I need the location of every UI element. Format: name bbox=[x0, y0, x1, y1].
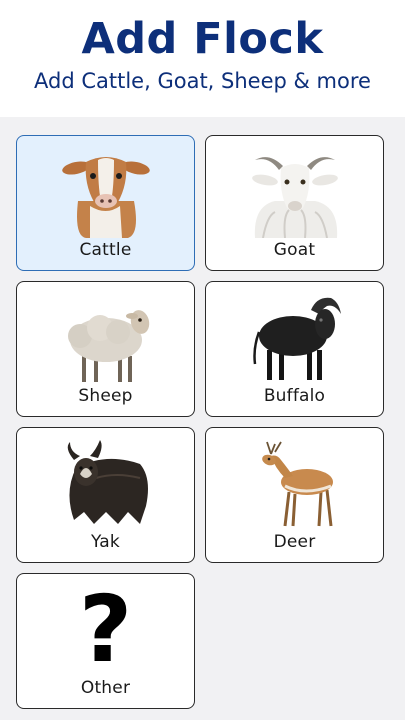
animal-label: Cattle bbox=[79, 240, 132, 260]
animal-grid: Cattle Goat Sheep Buffalo Yak Deer ? Oth… bbox=[0, 117, 405, 720]
header: Add Flock Add Cattle, Goat, Sheep & more bbox=[0, 0, 405, 117]
animal-card-other[interactable]: ? Other bbox=[16, 573, 195, 709]
question-mark-glyph: ? bbox=[78, 576, 133, 683]
animal-card-buffalo[interactable]: Buffalo bbox=[205, 281, 384, 417]
animal-label: Other bbox=[80, 678, 131, 698]
animal-card-sheep[interactable]: Sheep bbox=[16, 281, 195, 417]
animal-card-yak[interactable]: Yak bbox=[16, 427, 195, 563]
animal-label: Goat bbox=[273, 240, 316, 260]
animal-card-cattle[interactable]: Cattle bbox=[16, 135, 195, 271]
animal-label: Deer bbox=[273, 532, 316, 552]
animal-label: Buffalo bbox=[263, 386, 326, 406]
goat-icon bbox=[245, 146, 345, 238]
page-title: Add Flock bbox=[81, 14, 324, 64]
animal-card-goat[interactable]: Goat bbox=[205, 135, 384, 271]
page-subtitle: Add Cattle, Goat, Sheep & more bbox=[34, 69, 371, 93]
sheep-icon bbox=[56, 292, 156, 384]
deer-icon bbox=[245, 438, 345, 530]
yak-icon bbox=[56, 438, 156, 530]
animal-card-deer[interactable]: Deer bbox=[205, 427, 384, 563]
buffalo-icon bbox=[245, 292, 345, 384]
cow-icon bbox=[56, 146, 156, 238]
animal-label: Sheep bbox=[78, 386, 133, 406]
animal-label: Yak bbox=[91, 532, 120, 552]
question-mark-icon: ? bbox=[56, 584, 156, 676]
